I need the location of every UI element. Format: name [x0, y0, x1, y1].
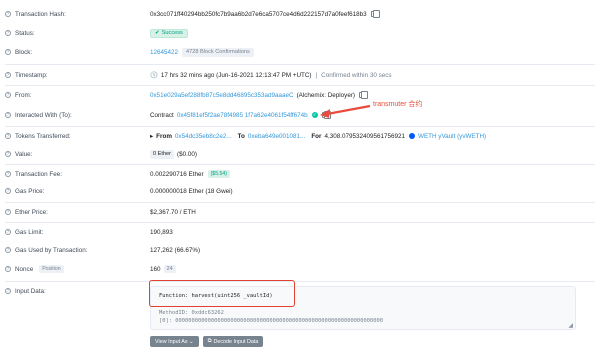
gas-limit-value: 190,893: [150, 228, 173, 236]
input-method-id: MethodID: 0xddc63262: [159, 310, 224, 316]
position-badge: Position: [39, 265, 64, 273]
copy-icon[interactable]: [359, 91, 369, 99]
status-badge: ✔ Success: [150, 28, 188, 38]
contract-address-link[interactable]: 0x45f81ef5f2ae78f4985 1f7a62e4061f54ff67…: [177, 112, 308, 119]
tokens-amount: 4,308.079532409561756921: [324, 132, 406, 140]
fee-label: Transaction Fee:: [15, 170, 63, 178]
help-icon[interactable]: ?: [5, 133, 11, 139]
copy-icon[interactable]: [370, 10, 380, 18]
decode-icon: ⧉: [207, 338, 212, 344]
confirmed-within: Confirmed within 30 secs: [321, 71, 392, 79]
row-value: ? Value: 0 Ether ($0.00): [0, 148, 600, 160]
help-icon[interactable]: ?: [5, 30, 11, 36]
timestamp-label: Timestamp:: [15, 71, 48, 79]
help-icon[interactable]: ?: [5, 266, 11, 272]
block-number-link[interactable]: 12645422: [150, 49, 178, 56]
row-status: ? Status: ✔ Success: [0, 27, 600, 39]
annotation-arrow-icon: [320, 104, 371, 118]
help-icon[interactable]: ?: [5, 288, 11, 294]
clock-icon: 🕓: [150, 72, 158, 79]
divider: [5, 64, 595, 65]
help-icon[interactable]: ?: [5, 229, 11, 235]
divider: [5, 202, 595, 203]
row-gas-price: ? Gas Price: 0.000000018 Ether (18 Gwei): [0, 185, 600, 197]
nonce-label: Nonce: [15, 265, 34, 273]
value-usd: ($0.00): [177, 150, 197, 158]
gas-price-value: 0.000000018 Ether (18 Gwei): [150, 187, 233, 195]
row-from: ? From: 0x51e029a5ef288fb87c5e8dd46895c35…: [0, 89, 600, 101]
help-icon[interactable]: ?: [5, 171, 11, 177]
help-icon[interactable]: ?: [5, 72, 11, 78]
tx-hash-label: Transaction Hash:: [15, 10, 66, 18]
nonce-value: 160: [150, 265, 161, 273]
tokens-from-link[interactable]: 0x54dc35eb8c2e2...: [175, 133, 232, 140]
help-icon[interactable]: ?: [5, 11, 11, 17]
gas-price-label: Gas Price:: [15, 187, 45, 195]
function-highlight-annotation: [149, 280, 295, 307]
value-eth-badge: 0 Ether: [150, 149, 175, 159]
tx-hash-value: 0x3cc071ff40294bb250fc7b9aa6b2d7e6ca5707…: [150, 10, 367, 18]
help-icon[interactable]: ?: [5, 188, 11, 194]
contract-prefix: Contract: [150, 111, 174, 119]
from-address-link[interactable]: 0x51e029a5ef288fb87c5e8dd46895c353ad9aaa…: [150, 92, 294, 99]
help-icon[interactable]: ?: [5, 151, 11, 157]
row-gas-limit: ? Gas Limit: 190,893: [0, 226, 600, 238]
block-confirmations-badge: 4728 Block Confirmations: [182, 47, 254, 57]
decode-input-label: Decode Input Data: [213, 338, 259, 345]
decode-input-data-button[interactable]: ⧉ Decode Input Data: [202, 336, 264, 347]
divider: [5, 126, 595, 127]
help-icon[interactable]: ?: [5, 112, 11, 118]
row-gas-used: ? Gas Used by Transaction: 127,262 (66.67…: [0, 244, 600, 256]
help-icon[interactable]: ?: [5, 209, 11, 215]
row-tx-hash: ? Transaction Hash: 0x3cc071ff40294bb250f…: [0, 8, 600, 20]
divider: [5, 281, 595, 282]
help-icon[interactable]: ?: [5, 247, 11, 253]
input-arg-0: [0]: 00000000000000000000000000000000000…: [159, 318, 383, 324]
divider: [5, 164, 595, 165]
block-label: Block:: [15, 48, 33, 56]
tokens-from-label: From: [156, 132, 172, 140]
view-input-as-button[interactable]: View Input As ⌄: [150, 336, 199, 347]
row-interacted-with: ? Interacted With (To): Contract 0x45f81ef…: [0, 109, 600, 121]
divider: [5, 85, 595, 86]
status-label: Status:: [15, 29, 35, 37]
row-nonce: ? Nonce Position 160 24: [0, 263, 600, 275]
resize-handle-icon[interactable]: ◢: [568, 322, 573, 329]
ether-price-value: $2,367.70 / ETH: [150, 208, 196, 216]
status-value: Success: [161, 30, 183, 36]
tokens-to-label: To: [237, 132, 245, 140]
bullet-arrow-icon: ▸: [150, 132, 154, 140]
gas-used-label: Gas Used by Transaction:: [15, 246, 88, 254]
input-data-buttons: View Input As ⌄ ⧉ Decode Input Data: [150, 336, 267, 347]
row-transaction-fee: ? Transaction Fee: 0.002290716 Ether ($5.5…: [0, 168, 600, 180]
ether-price-label: Ether Price:: [15, 208, 48, 216]
fee-usd-badge: ($5.54): [207, 170, 231, 178]
transaction-details-panel: ? Transaction Hash: 0x3cc071ff40294bb250f…: [0, 0, 600, 354]
input-data-label: Input Data:: [15, 287, 46, 295]
row-ether-price: ? Ether Price: $2,367.70 / ETH: [0, 206, 600, 218]
annotation-label: transmuter 合约: [373, 101, 423, 108]
from-label: From:: [15, 91, 32, 99]
value-label: Value:: [15, 150, 33, 158]
row-tokens-transferred: ? Tokens Transferred: ▸ From 0x54dc35eb8c…: [0, 130, 600, 142]
fee-value: 0.002290716 Ether: [150, 170, 204, 178]
position-value-badge: 24: [163, 265, 176, 273]
help-icon[interactable]: ?: [5, 92, 11, 98]
from-name: (Alchemix: Deployer): [296, 91, 356, 99]
divider: [5, 222, 595, 223]
token-name-link[interactable]: WETH yVault (yvWETH): [418, 133, 486, 140]
verified-check-icon: ✓: [311, 112, 318, 118]
timestamp-value: 17 hrs 32 mins ago (Jun-16-2021 12:13:47…: [160, 71, 312, 79]
gas-used-value: 127,262 (66.67%): [150, 246, 201, 254]
check-circle-icon: ✔: [155, 30, 160, 36]
row-block: ? Block: 12645422 4728 Block Confirmations: [0, 46, 600, 58]
interacted-label: Interacted With (To):: [15, 111, 72, 119]
tokens-label: Tokens Transferred:: [15, 132, 71, 140]
help-icon[interactable]: ?: [5, 49, 11, 55]
row-timestamp: ? Timestamp: 🕓 17 hrs 32 mins ago (Jun-16-…: [5, 71, 392, 79]
token-logo-icon: [409, 133, 416, 139]
tokens-for-label: For: [311, 132, 322, 140]
gas-limit-label: Gas Limit:: [15, 228, 44, 236]
tokens-to-link[interactable]: 0xeba649e001081...: [248, 133, 305, 140]
